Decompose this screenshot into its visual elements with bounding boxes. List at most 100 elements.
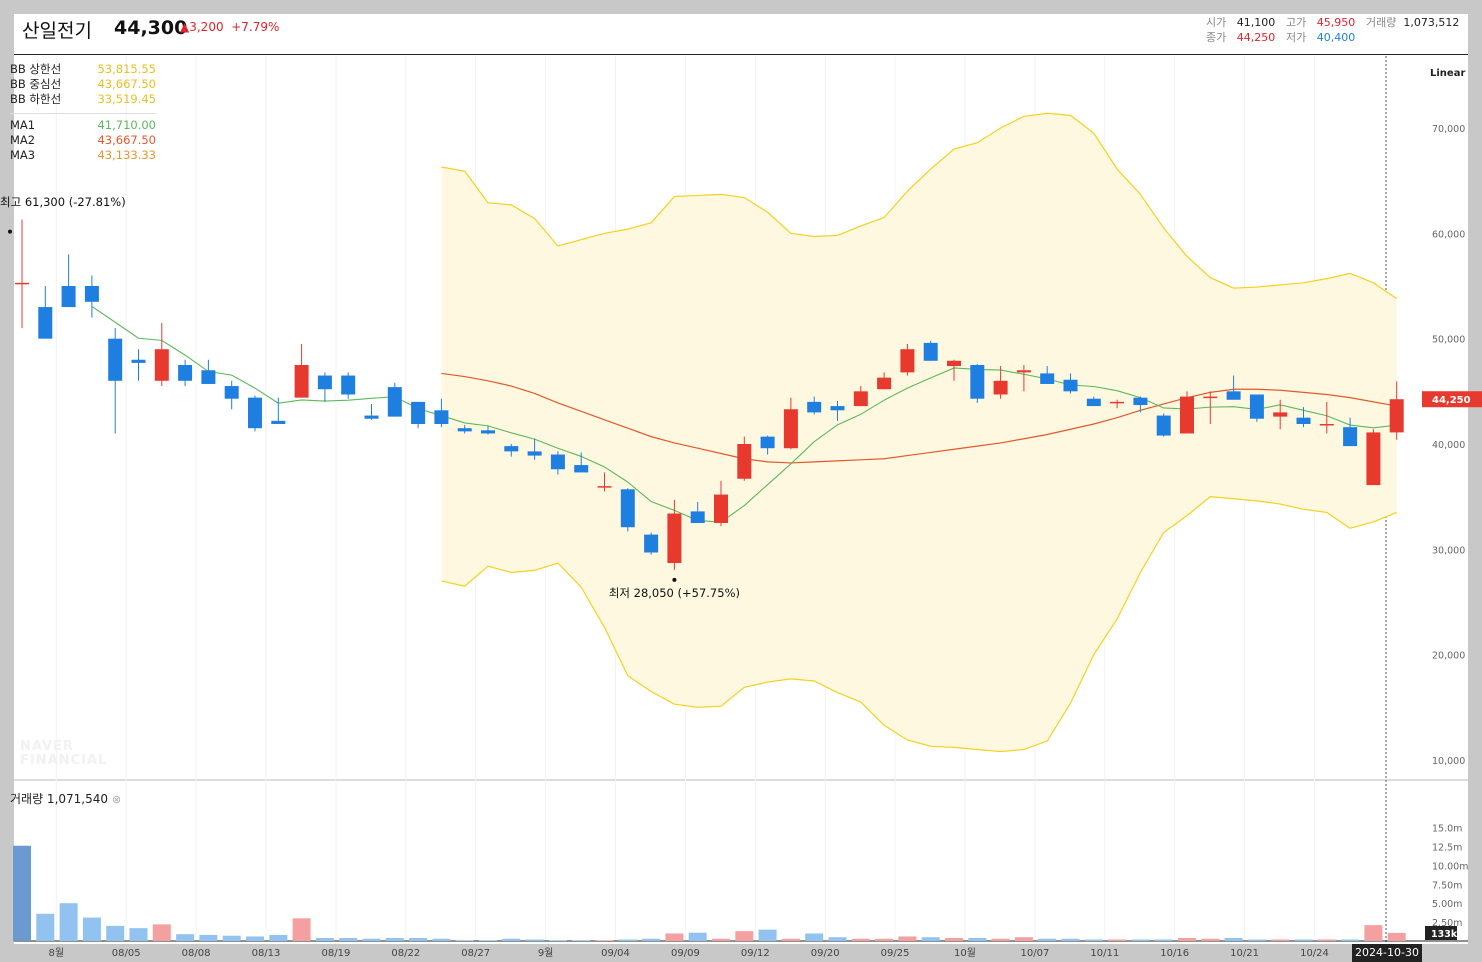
last-price-text: 44,250 [1432, 395, 1471, 406]
candle-body[interactable] [1366, 432, 1381, 486]
legend-bb-upper: BB 상한선 53,815.55 [10, 62, 156, 77]
candle-body[interactable] [317, 375, 332, 390]
candle-body[interactable] [1343, 427, 1358, 447]
candle-body[interactable] [271, 420, 286, 424]
ma1-label: MA1 [10, 118, 36, 132]
candle-body[interactable] [737, 444, 752, 479]
volume-bar [688, 932, 707, 941]
volume-bar [59, 903, 78, 941]
candle-body[interactable] [1180, 396, 1194, 434]
scale-mode-toggle[interactable]: Linear [1430, 68, 1465, 79]
volume-bar [525, 939, 544, 941]
volume-bar [199, 934, 218, 941]
volume-bar [618, 939, 637, 941]
candle-body[interactable] [481, 430, 495, 434]
candle-body[interactable] [1226, 391, 1241, 400]
volume-bar [339, 937, 358, 941]
candle-body[interactable] [1296, 417, 1311, 424]
candle-body[interactable] [900, 349, 915, 373]
x-tick-label: 09/25 [881, 948, 910, 959]
candle-body[interactable] [1110, 401, 1125, 404]
candle-body[interactable] [61, 286, 76, 308]
low-marker [672, 577, 677, 582]
volume-bar [129, 928, 148, 941]
candle-body[interactable] [1086, 398, 1101, 407]
candle-body[interactable] [224, 386, 239, 399]
high-marker [8, 229, 12, 234]
candle-body[interactable] [923, 342, 938, 361]
candle-body[interactable] [783, 409, 798, 449]
y-tick-label: 60,000 [1432, 229, 1465, 240]
volume-bar [1131, 939, 1150, 941]
volume-bar [1108, 939, 1127, 941]
candle-body[interactable] [15, 282, 29, 285]
volume-tick-label: 7.50m [1432, 880, 1462, 891]
candle-body[interactable] [620, 489, 635, 528]
candle-body[interactable] [527, 451, 542, 456]
ma3-label: MA3 [10, 148, 36, 162]
volume-bar [828, 937, 847, 941]
candle-body[interactable] [574, 465, 589, 473]
candle-body[interactable] [108, 338, 123, 381]
volume-bar [1154, 939, 1173, 941]
low-annotation: 최저 28,050 (+57.75%) [609, 586, 740, 600]
candle-body[interactable] [760, 436, 775, 449]
volume-bar [1178, 937, 1196, 941]
candle-body[interactable] [877, 377, 892, 390]
candle-body[interactable] [1249, 394, 1264, 419]
volume-bar [1294, 939, 1313, 941]
candle-body[interactable] [248, 397, 262, 429]
candle-body[interactable] [1273, 412, 1288, 417]
candle-body[interactable] [38, 307, 53, 339]
candle-body[interactable] [411, 401, 426, 424]
volume-bar [898, 936, 917, 941]
candle-body[interactable] [341, 375, 356, 395]
legend-divider [10, 113, 156, 114]
candle-body[interactable] [1389, 399, 1404, 433]
candle-body[interactable] [830, 406, 845, 411]
indicator-legend: BB 상한선 53,815.55 BB 중심선 43,667.50 BB 하한선 33… [10, 62, 156, 163]
candle-body[interactable] [201, 370, 216, 384]
candle-body[interactable] [1156, 415, 1171, 436]
x-tick-label: 08/05 [112, 948, 141, 959]
candle-body[interactable] [457, 428, 472, 432]
candle-body[interactable] [690, 511, 705, 523]
candle-body[interactable] [154, 349, 169, 381]
close-icon[interactable]: ⊗ [112, 793, 121, 806]
volume-bar [152, 924, 171, 941]
candle-body[interactable] [667, 513, 682, 564]
candle-body[interactable] [1133, 397, 1148, 406]
x-tick-label: 10/16 [1160, 948, 1189, 959]
candle-body[interactable] [644, 534, 659, 553]
volume-bar [455, 940, 474, 941]
volume-bar [1061, 938, 1080, 941]
candle-body[interactable] [1016, 370, 1031, 373]
x-tick-label: 09/09 [671, 948, 700, 959]
volume-panel-label: 거래량 1,071,540 ⊗ [10, 790, 121, 807]
candle-body[interactable] [550, 454, 565, 470]
candle-body[interactable] [970, 365, 985, 399]
candle-body[interactable] [1319, 423, 1334, 426]
candle-body[interactable] [178, 365, 193, 381]
candle-body[interactable] [1040, 373, 1055, 384]
candle-body[interactable] [131, 359, 146, 363]
volume-bar [222, 935, 241, 941]
candle-body[interactable] [294, 365, 309, 398]
candle-body[interactable] [84, 286, 99, 302]
candle-body[interactable] [597, 486, 612, 488]
watermark-line-1: NAVER [20, 739, 75, 754]
candle-body[interactable] [1063, 379, 1078, 392]
candle-body[interactable] [853, 391, 868, 407]
candle-body[interactable] [807, 401, 822, 413]
candle-body[interactable] [993, 380, 1008, 395]
candle-body[interactable] [434, 410, 449, 424]
candle-body[interactable] [504, 446, 519, 452]
candle-body[interactable] [947, 360, 961, 367]
candle-body[interactable] [387, 387, 402, 417]
candle-body[interactable] [714, 494, 728, 523]
volume-bar [176, 934, 195, 941]
candlestick-chart[interactable]: 8월 08/05 08/08 08/13 08/19 08/22 08/27 9월 09/04 0… [0, 0, 1482, 962]
candle-body[interactable] [364, 415, 379, 419]
candle-body[interactable] [1203, 396, 1218, 399]
volume-bar [1038, 938, 1057, 941]
